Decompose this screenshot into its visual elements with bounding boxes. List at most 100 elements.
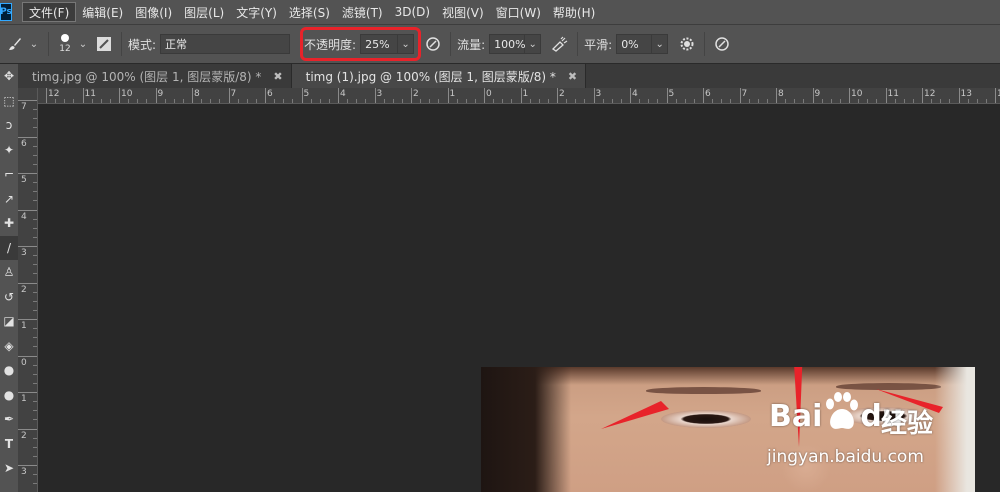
divider — [450, 32, 452, 56]
flow-chevron-down-icon[interactable]: ⌄ — [525, 34, 542, 54]
ruler-top-label: 8 — [194, 89, 200, 99]
ruler-minor-tick — [128, 99, 130, 103]
pen-tool-icon[interactable]: ✒ — [0, 407, 18, 432]
ruler-minor-tick — [693, 99, 695, 103]
ruler-minor-tick — [255, 99, 257, 103]
menu-filter[interactable]: 滤镜(T) — [336, 2, 389, 22]
watermark-url: jingyan.baidu.com — [767, 447, 924, 467]
vertical-ruler[interactable]: 7 6 5 4 3 2 1 0 1 2 3 — [18, 88, 38, 492]
ruler-tick — [265, 88, 266, 103]
clone-stamp-tool-icon[interactable]: ♙ — [0, 260, 18, 285]
marquee-tool-icon[interactable]: ⬚ — [0, 89, 18, 114]
ruler-tick — [18, 100, 37, 101]
menu-type[interactable]: 文字(Y) — [230, 2, 283, 22]
brush-tool-icon[interactable]: / — [0, 235, 18, 260]
ruler-minor-tick — [292, 99, 294, 103]
ruler-minor-tick — [100, 99, 102, 103]
smoothing-chevron-down-icon[interactable]: ⌄ — [652, 34, 669, 54]
ruler-minor-tick — [33, 437, 37, 439]
move-tool-icon[interactable]: ✥ — [0, 64, 18, 89]
history-brush-tool-icon[interactable]: ↺ — [0, 285, 18, 310]
brush-preset-picker[interactable]: 12 — [55, 34, 75, 54]
gear-icon[interactable] — [676, 33, 698, 55]
ruler-minor-tick — [547, 99, 549, 103]
blur-tool-icon[interactable]: ● — [0, 358, 18, 383]
tool-preset-chevron-down-icon[interactable]: ⌄ — [26, 34, 42, 54]
crop-tool-icon[interactable]: ⌐ — [0, 162, 18, 187]
airbrush-icon[interactable] — [549, 33, 571, 55]
ruler-minor-tick — [33, 218, 37, 220]
ruler-left-label: 3 — [21, 467, 27, 477]
menu-layer[interactable]: 图层(L) — [178, 2, 230, 22]
menu-file[interactable]: 文件(F) — [22, 2, 77, 22]
eraser-tool-icon[interactable]: ◪ — [0, 309, 18, 334]
ruler-tick — [18, 465, 37, 466]
ruler-minor-tick — [33, 154, 37, 156]
ruler-tick — [776, 88, 777, 103]
ruler-minor-tick — [91, 99, 93, 103]
ruler-top-label: 11 — [84, 89, 96, 99]
ruler-top-label: 4 — [632, 89, 638, 99]
paint-bucket-tool-icon[interactable]: ◈ — [0, 334, 18, 359]
smoothing-input[interactable]: 0% — [616, 34, 653, 54]
ruler-minor-tick — [648, 99, 650, 103]
menu-select[interactable]: 选择(S) — [283, 2, 336, 22]
ruler-minor-tick — [347, 99, 349, 103]
photo-layer[interactable]: Bai du 经验 jingyan.baidu.com — [481, 367, 975, 492]
blend-mode-select[interactable]: 正常 — [160, 34, 291, 54]
ruler-top-label: 7 — [741, 89, 748, 99]
dodge-tool-icon[interactable]: ● — [0, 383, 18, 408]
ruler-tick — [958, 88, 960, 103]
tab-timg[interactable]: timg.jpg @ 100% (图层 1, 图层蒙版/8) * ✖ — [18, 64, 292, 88]
ruler-minor-tick — [33, 273, 37, 275]
lasso-tool-icon[interactable]: ↄ — [0, 113, 18, 138]
ruler-minor-tick — [210, 99, 212, 103]
ruler-minor-tick — [611, 99, 613, 103]
ruler-minor-tick — [830, 99, 832, 103]
horizontal-ruler[interactable]: 12111098765432101234567891011121314 — [38, 88, 1000, 104]
ruler-tick — [885, 88, 887, 103]
menu-image[interactable]: 图像(I) — [129, 2, 178, 22]
ruler-minor-tick — [903, 99, 905, 103]
menu-help[interactable]: 帮助(H) — [547, 2, 601, 22]
ruler-minor-tick — [33, 182, 37, 184]
options-bar: ⌄ 12 ⌄ 模式: 正常 不透明度: 25% ⌄ 流量: 100% ⌄ 平滑:… — [0, 24, 1000, 64]
divider — [121, 32, 122, 56]
type-tool-icon[interactable]: T — [0, 432, 18, 457]
close-icon[interactable]: ✖ — [568, 70, 577, 83]
menu-window[interactable]: 窗口(W) — [490, 2, 547, 22]
ruler-top-label: 3 — [595, 89, 602, 99]
ruler-minor-tick — [33, 364, 37, 366]
ruler-left-label: 1 — [21, 321, 27, 331]
pressure-opacity-icon[interactable] — [422, 33, 444, 55]
brush-settings-icon[interactable] — [93, 33, 115, 55]
magic-wand-tool-icon[interactable]: ✦ — [0, 138, 18, 163]
ruler-tick — [922, 88, 923, 103]
ruler-left-label: 5 — [21, 175, 27, 185]
menu-3d[interactable]: 3D(D) — [389, 2, 436, 22]
close-icon[interactable]: ✖ — [273, 70, 282, 83]
pressure-size-icon[interactable] — [711, 33, 733, 55]
brush-picker-chevron-down-icon[interactable]: ⌄ — [75, 34, 91, 54]
brush-tool-icon[interactable] — [4, 33, 26, 55]
tab-label: timg.jpg @ 100% (图层 1, 图层蒙版/8) * — [32, 69, 262, 84]
tab-timg-1[interactable]: timg (1).jpg @ 100% (图层 1, 图层蒙版/8) * ✖ — [291, 64, 587, 88]
ruler-left-label: 2 — [21, 284, 27, 295]
ruler-tick — [630, 88, 631, 103]
ruler-minor-tick — [219, 99, 221, 103]
ruler-minor-tick — [748, 99, 750, 103]
ruler-minor-tick — [575, 99, 577, 103]
ruler-tick — [301, 88, 303, 103]
divider — [704, 32, 706, 56]
ruler-top-label: 3 — [376, 89, 383, 99]
eyedropper-tool-icon[interactable]: ↗ — [0, 187, 18, 212]
path-selection-tool-icon[interactable]: ➤ — [0, 456, 18, 481]
ruler-minor-tick — [657, 99, 659, 103]
ruler-minor-tick — [33, 483, 37, 485]
tab-label: timg (1).jpg @ 100% (图层 1, 图层蒙版/8) * — [305, 69, 556, 84]
menu-view[interactable]: 视图(V) — [436, 2, 490, 22]
healing-brush-tool-icon[interactable]: ✚ — [0, 211, 18, 236]
flow-input[interactable]: 100% — [489, 34, 526, 54]
ruler-left-label: 1 — [21, 394, 27, 404]
menu-edit[interactable]: 编辑(E) — [76, 2, 129, 22]
